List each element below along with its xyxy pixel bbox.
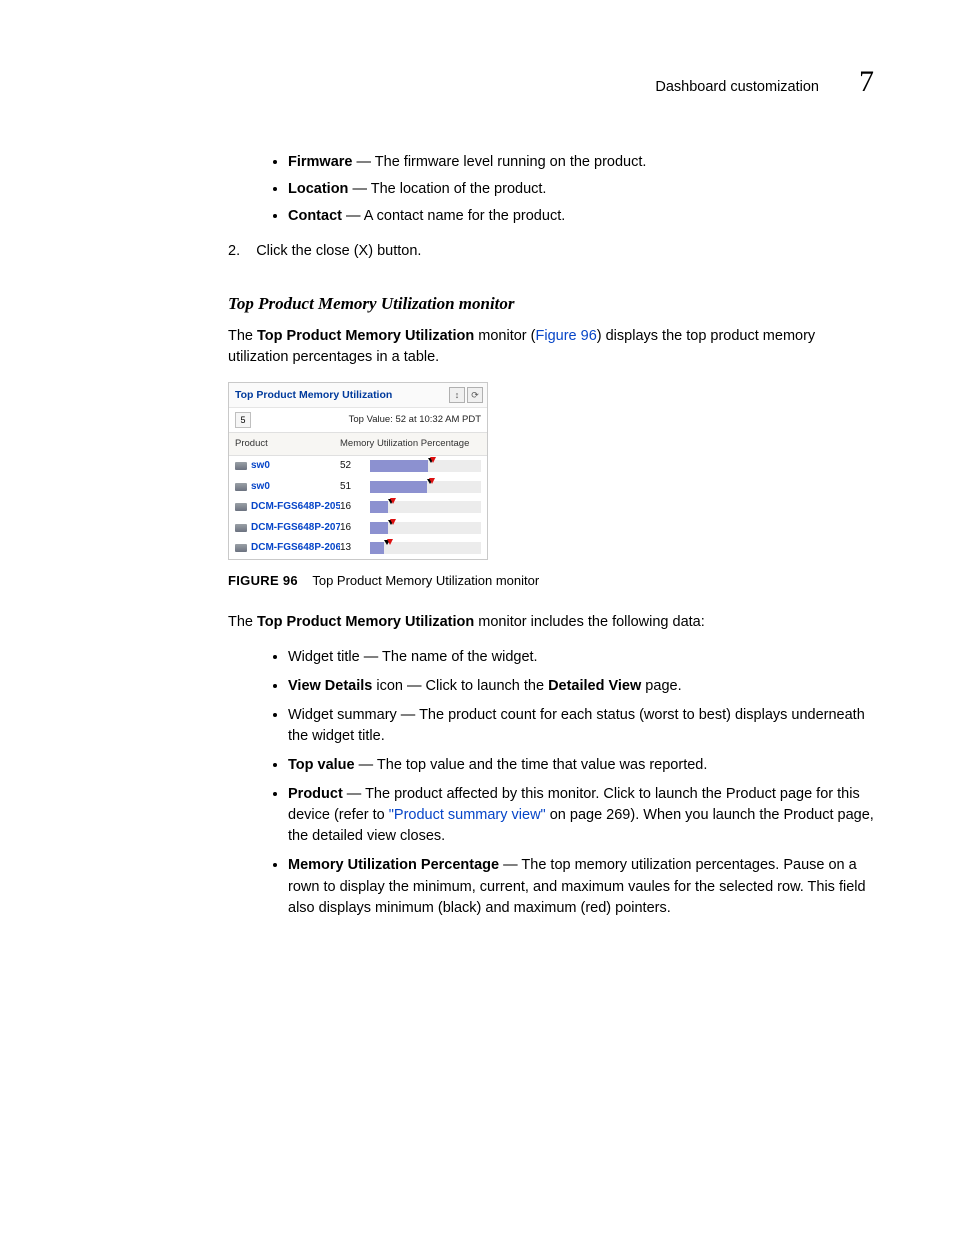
utilization-bar [370,501,481,513]
intro-bullet-list: Firmware — The firmware level running on… [228,152,874,227]
value-text: 16 [340,521,370,536]
table-row: sw051 [229,477,487,498]
bullet-term2: Detailed View [548,678,641,694]
refresh-icon[interactable]: ⟳ [467,387,483,403]
utilization-bar [370,522,481,534]
text: The [228,328,257,344]
list-item: View Details icon — Click to launch the … [288,676,874,697]
bullet-term: Contact [288,208,342,224]
max-pointer-icon [390,519,396,525]
col-product: Product [235,437,340,451]
bullet-term: Location [288,181,348,197]
section-heading: Top Product Memory Utilization monitor [228,292,874,317]
max-pointer-icon [387,539,393,545]
list-item: Location — The location of the product. [288,179,874,200]
product-link[interactable]: sw0 [251,480,340,495]
bullet-text: Widget summary — The product count for e… [288,707,865,744]
widget-screenshot: Top Product Memory Utilization ↕ ⟳ 5 Top… [228,382,488,559]
value-text: 52 [340,459,370,474]
product-link[interactable]: DCM-FGS648P-205 [251,500,340,515]
figure-label: FIGURE 96 [228,573,298,588]
utilization-bar [370,542,481,554]
text: page. [641,678,681,694]
max-pointer-icon [429,478,435,484]
monitor-name: Top Product Memory Utilization [257,614,474,630]
text: — The top value and the time that value … [355,757,708,773]
list-item: Product — The product affected by this m… [288,784,874,847]
value-text: 16 [340,500,370,515]
product-link[interactable]: DCM-FGS648P-207 [251,521,340,536]
list-item: Memory Utilization Percentage — The top … [288,855,874,918]
table-row: sw052 [229,456,487,477]
table-row: DCM-FGS648P-20613 [229,538,487,559]
bullet-term: Product [288,786,343,802]
value-text: 13 [340,541,370,556]
intro-paragraph: The Top Product Memory Utilization monit… [228,326,874,368]
figure-caption-text: Top Product Memory Utilization monitor [312,573,539,588]
count-badge: 5 [235,412,251,428]
text: monitor ( [474,328,535,344]
chapter-number: 7 [859,60,874,104]
widget-title: Top Product Memory Utilization [235,388,447,403]
product-link[interactable]: sw0 [251,459,340,474]
list-item: Widget title — The name of the widget. [288,647,874,668]
text: icon — Click to launch the [372,678,548,694]
text: The [228,614,257,630]
top-value-text: Top Value: 52 at 10:32 AM PDT [349,413,481,427]
widget-subheader: 5 Top Value: 52 at 10:32 AM PDT [229,407,487,432]
list-item: Firmware — The firmware level running on… [288,152,874,173]
table-row: DCM-FGS648P-20716 [229,518,487,539]
col-memory: Memory Utilization Percentage [340,437,481,451]
device-icon [235,503,247,511]
widget-column-header: Product Memory Utilization Percentage [229,432,487,456]
bullet-text: Widget title — The name of the widget. [288,649,538,665]
header-title: Dashboard customization [655,77,819,98]
bullet-term: Firmware [288,154,352,170]
expand-icon[interactable]: ↕ [449,387,465,403]
figure-link[interactable]: Figure 96 [536,328,597,344]
cross-ref-link[interactable]: "Product summary view" [389,807,546,823]
list-item: Top value — The top value and the time t… [288,755,874,776]
list-item: Contact — A contact name for the product… [288,206,874,227]
bullet-desc: — The location of the product. [348,181,546,197]
data-bullet-list: Widget title — The name of the widget. V… [228,647,874,918]
device-icon [235,524,247,532]
bullet-desc: — A contact name for the product. [342,208,565,224]
value-text: 51 [340,480,370,495]
product-link[interactable]: DCM-FGS648P-206 [251,541,340,556]
utilization-bar [370,481,481,493]
utilization-bar [370,460,481,472]
step-text: 2. Click the close (X) button. [228,241,874,262]
bullet-term: View Details [288,678,372,694]
widget-titlebar: Top Product Memory Utilization ↕ ⟳ [229,383,487,407]
device-icon [235,544,247,552]
device-icon [235,483,247,491]
bullet-term: Top value [288,757,355,773]
monitor-name: Top Product Memory Utilization [257,328,474,344]
widget-rows: sw052sw051DCM-FGS648P-20516DCM-FGS648P-2… [229,456,487,559]
table-row: DCM-FGS648P-20516 [229,497,487,518]
figure-caption: FIGURE 96 Top Product Memory Utilization… [228,572,874,591]
page-header: Dashboard customization 7 [228,60,874,104]
list-item: Widget summary — The product count for e… [288,705,874,747]
bullet-desc: — The firmware level running on the prod… [352,154,646,170]
data-intro-paragraph: The Top Product Memory Utilization monit… [228,612,874,633]
text: monitor includes the following data: [474,614,705,630]
device-icon [235,462,247,470]
max-pointer-icon [390,498,396,504]
bullet-term: Memory Utilization Percentage [288,857,499,873]
max-pointer-icon [430,457,436,463]
